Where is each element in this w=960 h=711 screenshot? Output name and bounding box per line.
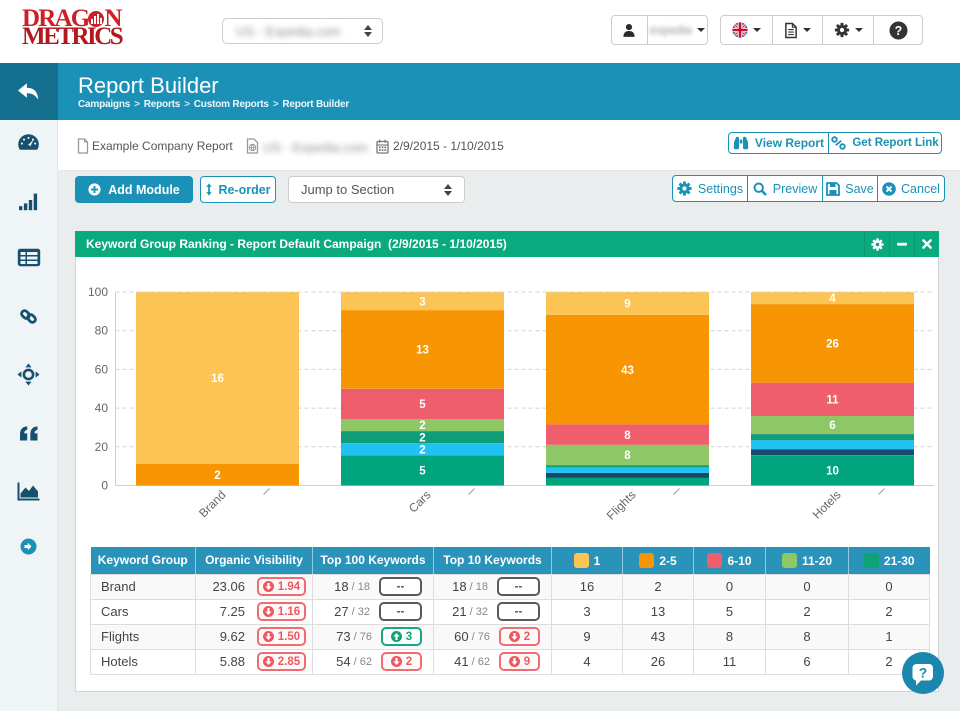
svg-text:26: 26	[826, 339, 839, 351]
svg-text:0: 0	[101, 479, 108, 493]
svg-text:8: 8	[624, 450, 631, 462]
svg-text:100: 100	[88, 285, 108, 299]
svg-text:40: 40	[95, 401, 109, 415]
svg-text:Brand: Brand	[196, 488, 229, 521]
svg-text:2: 2	[419, 444, 425, 456]
svg-text:3: 3	[419, 296, 425, 308]
svg-text:13: 13	[416, 345, 429, 357]
svg-text:?: ?	[894, 24, 902, 38]
svg-text:10: 10	[826, 466, 839, 478]
svg-text:?: ?	[919, 665, 928, 681]
svg-text:Hotels: Hotels	[810, 488, 844, 522]
svg-text:20: 20	[95, 440, 109, 454]
svg-text:80: 80	[95, 324, 109, 338]
svg-text:6: 6	[829, 420, 835, 432]
svg-text:2: 2	[419, 432, 425, 444]
svg-text:11: 11	[826, 395, 839, 407]
svg-text:2: 2	[214, 470, 220, 482]
svg-text:9: 9	[624, 299, 630, 311]
svg-text:60: 60	[95, 362, 109, 376]
svg-text:5: 5	[419, 399, 426, 411]
svg-text:16: 16	[211, 373, 224, 385]
svg-text:Cars: Cars	[406, 488, 434, 516]
svg-text:2: 2	[419, 420, 425, 432]
svg-text:Flights: Flights	[604, 488, 639, 523]
svg-text:43: 43	[621, 365, 634, 377]
svg-text:5: 5	[419, 466, 426, 478]
svg-text:4: 4	[829, 293, 836, 305]
svg-text:8: 8	[624, 430, 631, 442]
